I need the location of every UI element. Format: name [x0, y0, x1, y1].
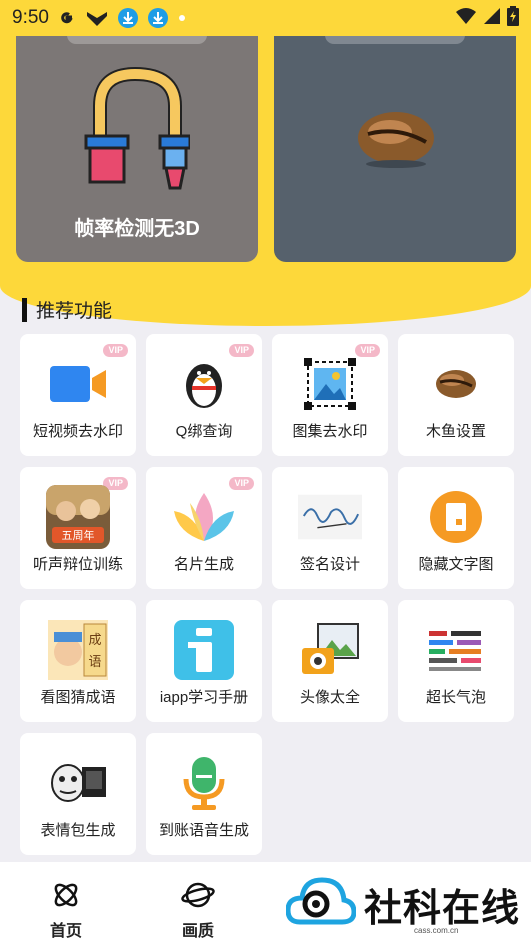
atom-icon	[31, 880, 101, 915]
feature-tile[interactable]: 木鱼设置	[398, 334, 514, 456]
feature-label: 图集去水印	[292, 423, 368, 440]
svg-text:成: 成	[88, 633, 101, 648]
feature-tile[interactable]: iapp学习手册	[146, 600, 262, 722]
feature-label: Q绑查询	[175, 423, 233, 440]
feature-label: 到账语音生成	[158, 822, 249, 839]
section-header: 推荐功能	[22, 296, 112, 323]
planet-icon	[163, 880, 233, 915]
feature-label: 隐藏文字图	[418, 556, 494, 573]
app-icon	[85, 8, 109, 28]
feature-tile[interactable]: VIP Q绑查询	[146, 334, 262, 456]
bottom-tab-bar: 首页 画质 社科在线 cass.com.cn	[0, 862, 531, 944]
card-tag	[67, 36, 207, 44]
game-icon: 五周年	[46, 485, 110, 549]
feature-tile[interactable]: VIP 短视频去水印	[20, 334, 136, 456]
feature-tile[interactable]: 到账语音生成	[146, 733, 262, 855]
info-icon	[172, 618, 236, 682]
signal-icon	[483, 7, 501, 30]
wifi-icon	[455, 7, 477, 30]
feature-tile[interactable]: 超长气泡	[398, 600, 514, 722]
feature-label: iapp学习手册	[159, 689, 249, 706]
bubble-icon	[424, 618, 488, 682]
feature-tile[interactable]: 成语 看图猜成语	[20, 600, 136, 722]
avatar-camera-icon	[298, 618, 362, 682]
tab-home[interactable]: 首页	[31, 880, 101, 941]
status-time: 9:50	[12, 7, 49, 28]
download-icon	[117, 7, 139, 29]
wooden-fish-image	[354, 104, 438, 173]
idiom-icon: 成语	[46, 618, 110, 682]
feature-tile[interactable]: 表情包生成	[20, 733, 136, 855]
tab-label: 画质	[181, 923, 214, 940]
dot-icon	[177, 13, 187, 23]
feature-label: 超长气泡	[425, 689, 486, 706]
tab-label: 首页	[49, 923, 82, 940]
feature-tile[interactable]: VIP 名片生成	[146, 467, 262, 589]
battery-icon	[507, 5, 519, 31]
status-bar: 9:50	[0, 0, 531, 36]
download-icon	[147, 7, 169, 29]
image-crop-icon	[298, 352, 362, 416]
feature-label: 短视频去水印	[32, 423, 123, 440]
feature-label: 看图猜成语	[40, 689, 116, 706]
google-icon	[57, 8, 77, 28]
feature-label: 表情包生成	[40, 822, 116, 839]
svg-text:五周年: 五周年	[62, 528, 95, 542]
brand-domain: cass.com.cn	[414, 926, 459, 935]
feature-tile[interactable]: 头像太全	[272, 600, 388, 722]
banner-card-right[interactable]	[274, 36, 516, 262]
wooden-fish-icon	[424, 352, 488, 416]
video-camera-icon	[46, 352, 110, 416]
svg-text:语: 语	[88, 655, 101, 670]
paint-roller-icon	[80, 66, 192, 201]
feature-label: 听声辩位训练	[32, 556, 123, 573]
hidden-image-icon	[424, 485, 488, 549]
banner-card-title: 帧率检测无3D	[74, 218, 200, 240]
section-bar	[22, 297, 27, 322]
feature-label: 头像太全	[299, 689, 360, 706]
feature-tile[interactable]: 签名设计	[272, 467, 388, 589]
feature-label: 签名设计	[299, 556, 360, 573]
section-title: 推荐功能	[36, 301, 113, 322]
feature-tile[interactable]: VIP 五周年 听声辩位训练	[20, 467, 136, 589]
feature-label: 木鱼设置	[425, 423, 486, 440]
feature-label: 名片生成	[173, 556, 234, 573]
card-tag	[325, 36, 465, 44]
brand-watermark: 社科在线 cass.com.cn	[285, 872, 521, 937]
microphone-icon	[172, 751, 236, 815]
cloud-logo-icon	[285, 872, 357, 937]
brand-name: 社科在线	[364, 885, 521, 930]
banner-card-left[interactable]: 帧率检测无3D	[16, 36, 258, 262]
penguin-icon	[172, 352, 236, 416]
petals-icon	[172, 485, 236, 549]
feature-tile[interactable]: 隐藏文字图	[398, 467, 514, 589]
signature-icon	[298, 485, 362, 549]
tab-quality[interactable]: 画质	[163, 880, 233, 941]
meme-icon	[46, 751, 110, 815]
feature-tile[interactable]: VIP 图集去水印	[272, 334, 388, 456]
